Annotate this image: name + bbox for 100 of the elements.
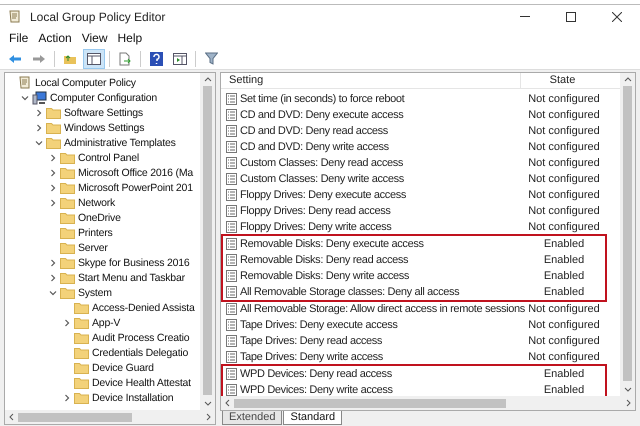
scroll-thumb[interactable] bbox=[203, 86, 212, 395]
tree-item[interactable]: Device Installation bbox=[92, 390, 174, 404]
folder-icon bbox=[74, 332, 89, 344]
tree-item[interactable]: Device Health Attestat bbox=[92, 376, 191, 390]
setting-name[interactable]: All Removable Storage: Allow direct access in remote sessions bbox=[240, 302, 523, 316]
scroll-icon bbox=[18, 76, 32, 90]
tree-item[interactable]: Skype for Business 2016 bbox=[78, 256, 190, 270]
tree-item[interactable]: App-V bbox=[92, 316, 120, 330]
policy-icon bbox=[226, 335, 237, 347]
chevron-up-icon[interactable] bbox=[624, 76, 632, 82]
minimize-icon bbox=[520, 16, 530, 17]
setting-name[interactable]: WPD Devices: Deny write access bbox=[240, 383, 523, 396]
vertical-scrollbar[interactable] bbox=[620, 73, 635, 396]
setting-name[interactable]: Removable Disks: Deny write access bbox=[240, 269, 523, 283]
menu-item[interactable]: Action bbox=[35, 29, 75, 47]
tree-toggle-button[interactable] bbox=[83, 48, 105, 68]
setting-name[interactable]: All Removable Storage classes: Deny all access bbox=[240, 285, 523, 299]
horizontal-scrollbar[interactable] bbox=[5, 410, 215, 424]
scroll-thumb[interactable] bbox=[623, 86, 632, 381]
chevron-down-icon[interactable] bbox=[204, 401, 212, 407]
setting-name[interactable]: Removable Disks: Deny execute access bbox=[240, 237, 523, 251]
setting-name[interactable]: Floppy Drives: Deny read access bbox=[240, 204, 523, 218]
scroll-icon bbox=[8, 10, 22, 24]
chevron-down-icon[interactable] bbox=[49, 288, 57, 296]
tree-item[interactable]: Server bbox=[78, 240, 108, 254]
state-value: Not configured bbox=[527, 172, 601, 186]
chevron-down-icon[interactable] bbox=[21, 94, 29, 102]
setting-name[interactable]: Tape Drives: Deny execute access bbox=[240, 318, 523, 332]
folder-icon bbox=[60, 286, 75, 298]
tree-item[interactable]: System bbox=[78, 286, 112, 300]
tree-item[interactable]: Computer Configuration bbox=[50, 90, 158, 104]
tree-item[interactable]: Control Panel bbox=[78, 150, 140, 164]
policy-icon bbox=[226, 351, 237, 363]
document-arrow-icon bbox=[118, 52, 132, 66]
view-tab[interactable]: Standard bbox=[283, 411, 342, 425]
folder-icon bbox=[60, 152, 75, 164]
state-value: Not configured bbox=[527, 92, 601, 106]
chevron-down-icon[interactable] bbox=[35, 138, 43, 146]
folder-icon bbox=[74, 316, 89, 328]
tree-item[interactable]: Access-Denied Assista bbox=[92, 300, 195, 314]
filter-icon bbox=[204, 52, 218, 65]
setting-name[interactable]: Custom Classes: Deny read access bbox=[240, 156, 523, 170]
setting-name[interactable]: Custom Classes: Deny write access bbox=[240, 172, 523, 186]
state-value: Enabled bbox=[542, 253, 586, 267]
setting-name[interactable]: Floppy Drives: Deny execute access bbox=[240, 188, 523, 202]
maximize-icon bbox=[566, 12, 576, 22]
menu-item[interactable]: File bbox=[6, 29, 32, 47]
tree-item[interactable]: Printers bbox=[78, 226, 113, 240]
chevron-right-icon[interactable] bbox=[63, 394, 71, 402]
setting-name[interactable]: Removable Disks: Deny read access bbox=[240, 253, 523, 267]
policy-icon bbox=[226, 189, 237, 201]
chevron-up-icon[interactable] bbox=[204, 76, 212, 82]
setting-name[interactable]: CD and DVD: Deny execute access bbox=[240, 108, 523, 122]
view-tab[interactable]: Extended bbox=[222, 411, 282, 425]
setting-name[interactable]: Tape Drives: Deny write access bbox=[240, 350, 523, 364]
tree-item[interactable]: Network bbox=[78, 196, 116, 210]
tree-item[interactable]: Microsoft Office 2016 (Ma bbox=[78, 166, 194, 180]
policy-icon bbox=[226, 384, 237, 396]
chevron-right-icon[interactable] bbox=[626, 399, 632, 407]
scroll-thumb[interactable] bbox=[18, 412, 132, 422]
tree-item[interactable]: Device Guard bbox=[92, 360, 154, 374]
state-value: Not configured bbox=[527, 302, 601, 316]
menu-item[interactable]: View bbox=[78, 29, 110, 47]
policy-icon bbox=[226, 125, 237, 137]
policy-icon bbox=[226, 157, 237, 169]
column-header[interactable]: Setting bbox=[221, 73, 520, 89]
tree-item[interactable]: Start Menu and Taskbar bbox=[78, 270, 185, 284]
help-icon bbox=[150, 52, 162, 66]
setting-name[interactable]: Set time (in seconds) to force reboot bbox=[240, 92, 523, 106]
setting-name[interactable]: CD and DVD: Deny read access bbox=[240, 124, 523, 138]
chevron-left-icon[interactable] bbox=[224, 399, 230, 407]
tree-item[interactable]: Windows Settings bbox=[64, 120, 144, 134]
state-value: Not configured bbox=[527, 124, 601, 138]
setting-name[interactable]: WPD Devices: Deny read access bbox=[240, 367, 523, 381]
tree-item[interactable]: Microsoft PowerPoint 201 bbox=[78, 180, 193, 194]
vertical-scrollbar[interactable] bbox=[200, 73, 215, 410]
arrow-right-icon bbox=[32, 54, 46, 64]
state-value: Enabled bbox=[542, 383, 586, 396]
tree-item[interactable]: OneDrive bbox=[78, 210, 121, 224]
chevron-right-icon[interactable] bbox=[63, 318, 71, 326]
chevron-down-icon[interactable] bbox=[624, 387, 632, 393]
chevron-right-icon[interactable] bbox=[206, 413, 212, 421]
horizontal-scrollbar[interactable] bbox=[221, 396, 635, 410]
chevron-left-icon[interactable] bbox=[8, 413, 14, 421]
tree-item[interactable]: Audit Process Creatio bbox=[92, 330, 190, 344]
folder-icon bbox=[60, 272, 75, 284]
setting-name[interactable]: Floppy Drives: Deny write access bbox=[240, 220, 523, 234]
policy-icon bbox=[226, 270, 237, 282]
tree-item[interactable]: Credentials Delegatio bbox=[92, 346, 188, 360]
setting-name[interactable]: CD and DVD: Deny write access bbox=[240, 140, 523, 154]
scroll-thumb[interactable] bbox=[234, 398, 506, 408]
tree-item[interactable]: Local Computer Policy bbox=[35, 76, 136, 90]
setting-name[interactable]: Tape Drives: Deny read access bbox=[240, 334, 523, 348]
menu-item[interactable]: Help bbox=[114, 29, 146, 47]
tree-item[interactable]: Software Settings bbox=[64, 106, 143, 120]
policy-icon bbox=[226, 319, 237, 331]
panes-icon bbox=[87, 52, 101, 64]
column-header[interactable]: State bbox=[520, 73, 604, 88]
tree-item[interactable]: Administrative Templates bbox=[64, 136, 176, 150]
policy-icon bbox=[226, 368, 237, 380]
